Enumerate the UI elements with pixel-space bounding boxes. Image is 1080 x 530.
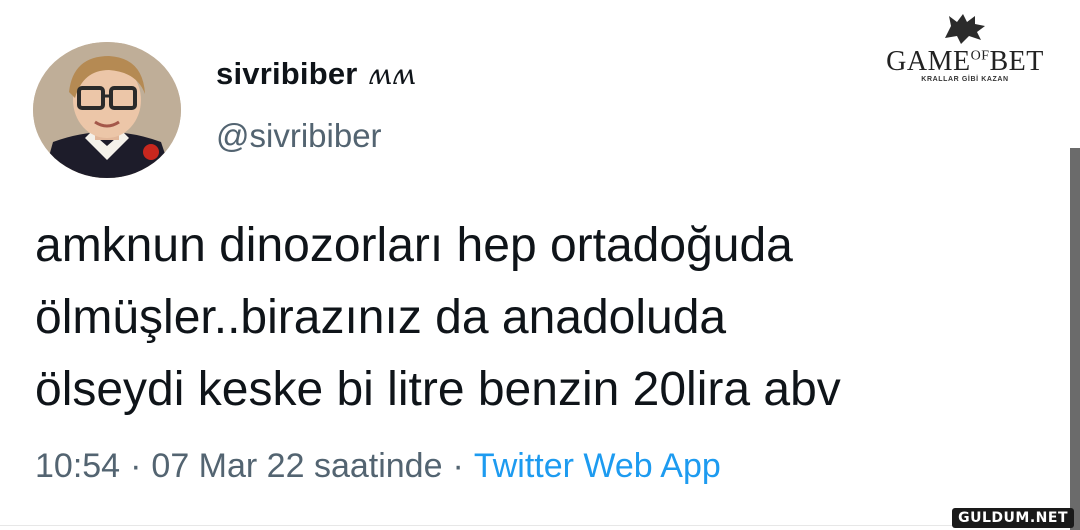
meta-separator: ·	[452, 447, 464, 485]
edge-bar	[1070, 148, 1080, 530]
wolf-icon	[945, 14, 985, 44]
name-emoji: ʍʍ	[367, 57, 416, 91]
tweet-time[interactable]: 10:54	[35, 447, 120, 486]
tweet-meta: 10:54 · 07 Mar 22 saatinde · Twitter Web…	[35, 447, 721, 486]
display-name[interactable]: sivribiber	[216, 56, 358, 92]
tweet-text: amknun dinozorları hep ortadoğuda ölmüşl…	[35, 219, 841, 416]
logo-of: OF	[970, 48, 990, 64]
divider	[0, 525, 1070, 526]
user-handle[interactable]: @sivribiber	[216, 117, 382, 155]
watermark: GULDUM.NET	[952, 508, 1074, 528]
avatar[interactable]	[33, 42, 181, 178]
meta-separator: ·	[130, 447, 142, 485]
name-row: sivribiber ʍʍ	[216, 56, 416, 92]
logo-title: GAMEOFBET	[884, 46, 1046, 78]
logo-game: GAME	[886, 46, 971, 77]
tweet-source-link[interactable]: Twitter Web App	[474, 447, 721, 486]
game-of-bet-logo: GAMEOFBET KRALLAR GİBİ KAZAN	[884, 6, 1046, 94]
tweet-date[interactable]: 07 Mar 22 saatinde	[151, 447, 442, 486]
avatar-photo	[33, 42, 181, 178]
logo-bet: BET	[989, 46, 1044, 77]
